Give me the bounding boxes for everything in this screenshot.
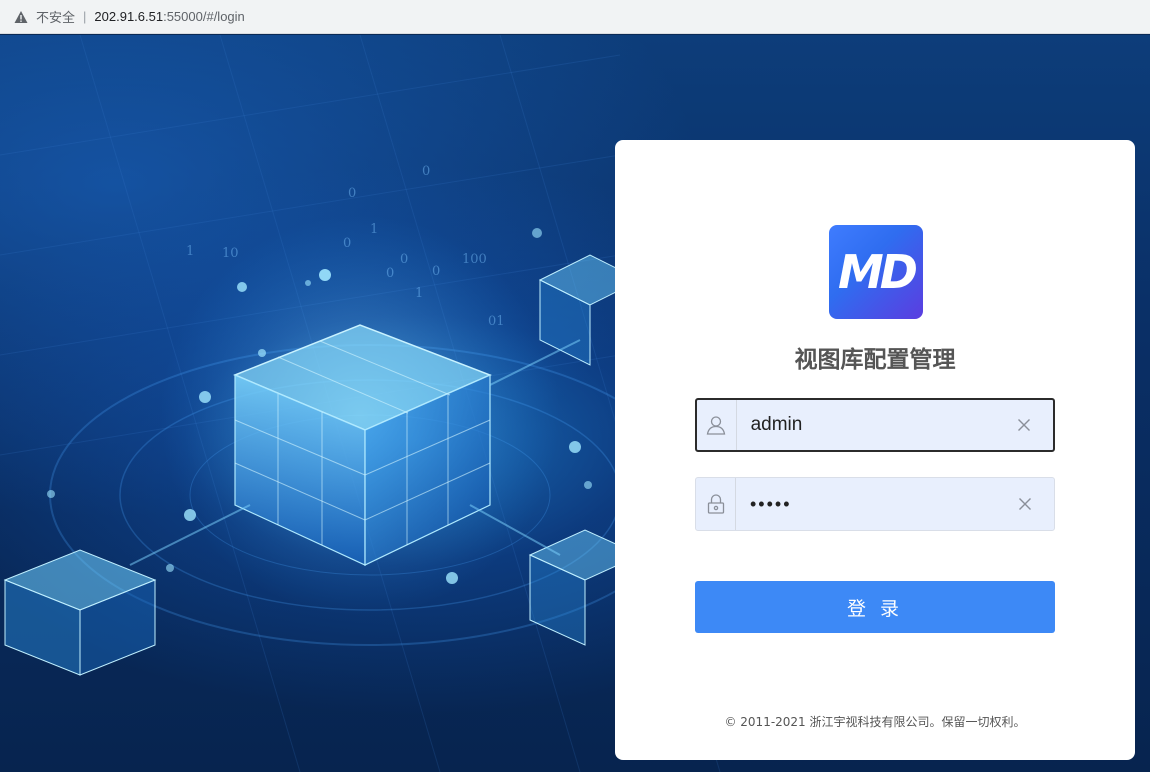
page-title: 视图库配置管理 (794, 347, 956, 373)
svg-text:1: 1 (370, 222, 378, 237)
address-separator: | (83, 9, 87, 24)
svg-text:10: 10 (222, 246, 239, 261)
security-label[interactable]: 不安全 (36, 7, 75, 26)
clear-username-icon[interactable] (996, 400, 1053, 450)
svg-text:01: 01 (488, 314, 505, 329)
password-input[interactable] (736, 478, 996, 530)
svg-text:0: 0 (386, 266, 394, 281)
logo-text: MD (838, 245, 918, 299)
svg-text:0: 0 (343, 236, 351, 251)
login-card: MD 视图库配置管理 登 录 © 2011-2021 浙江宇视科技有限公司。保留… (615, 140, 1135, 760)
svg-text:0: 0 (432, 264, 440, 279)
svg-text:100: 100 (462, 252, 487, 267)
url-path[interactable]: :55000/#/login (163, 9, 245, 24)
warning-icon[interactable] (14, 10, 28, 24)
lock-icon (696, 478, 736, 530)
user-icon (697, 400, 737, 450)
svg-text:0: 0 (400, 252, 408, 267)
copyright-text: © 2011-2021 浙江宇视科技有限公司。保留一切权利。 (724, 715, 1026, 729)
md-logo: MD (829, 225, 923, 319)
svg-text:1: 1 (415, 286, 423, 301)
svg-text:0: 0 (348, 186, 356, 201)
clear-password-icon[interactable] (996, 478, 1054, 530)
address-bar[interactable]: 不安全 | 202.91.6.51:55000/#/login (0, 0, 1150, 34)
username-field[interactable] (695, 398, 1055, 452)
username-input[interactable] (736, 400, 996, 450)
login-button[interactable]: 登 录 (695, 581, 1055, 633)
password-field[interactable] (695, 477, 1055, 531)
svg-text:0: 0 (422, 164, 430, 179)
svg-text:1: 1 (186, 244, 194, 259)
url-host[interactable]: 202.91.6.51 (94, 9, 163, 24)
